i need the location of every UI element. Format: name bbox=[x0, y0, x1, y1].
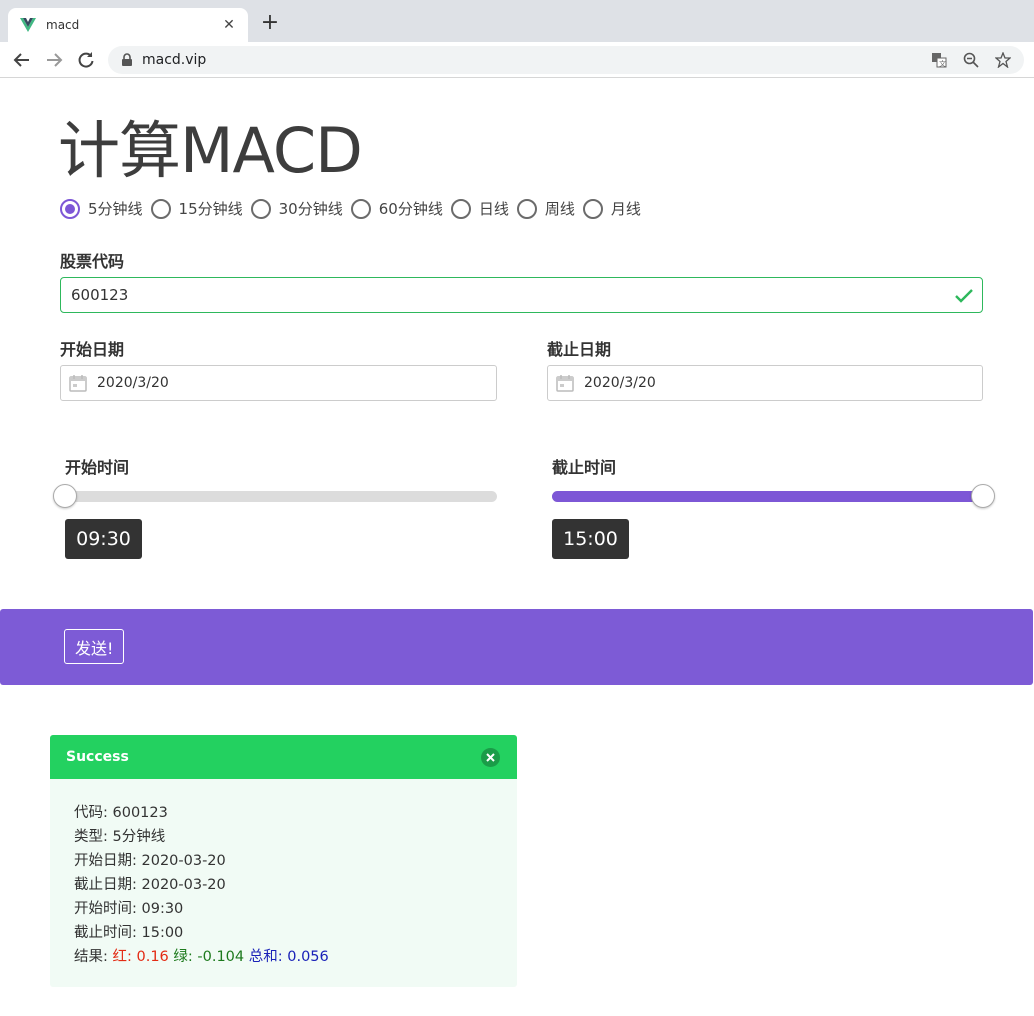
stock-code-field[interactable] bbox=[60, 277, 983, 313]
radio-label: 60分钟线 bbox=[378, 200, 443, 218]
result-type: 类型: 5分钟线 bbox=[74, 829, 166, 845]
radio-label: 15分钟线 bbox=[178, 200, 243, 218]
radio-monthly[interactable]: 月线 bbox=[582, 198, 641, 219]
start-date-label: 开始日期 bbox=[60, 340, 125, 359]
radio-label: 5分钟线 bbox=[88, 200, 143, 218]
browser-toolbar: macd.vip 文 bbox=[0, 42, 1034, 78]
alert-title: Success bbox=[66, 749, 129, 765]
result-prefix: 结果: bbox=[74, 949, 113, 965]
browser-tab[interactable]: macd ✕ bbox=[8, 8, 248, 42]
result-green: 绿: -0.104 bbox=[173, 949, 245, 965]
success-alert: Success 代码: 600123 类型: 5分钟线 开始日期: 2020-0… bbox=[50, 735, 517, 987]
radio-circle bbox=[350, 198, 371, 219]
new-tab-icon[interactable]: + bbox=[258, 12, 282, 36]
vue-logo-icon bbox=[20, 18, 36, 32]
reload-icon[interactable] bbox=[74, 48, 98, 72]
slider-fill bbox=[552, 491, 983, 502]
slider-thumb[interactable] bbox=[53, 484, 77, 508]
result-sum: 总和: 0.056 bbox=[248, 949, 329, 965]
back-icon[interactable] bbox=[10, 48, 34, 72]
start-date-picker[interactable]: 2020/3/20 bbox=[60, 365, 497, 401]
radio-circle bbox=[60, 198, 80, 219]
radio-5min[interactable]: 5分钟线 bbox=[60, 198, 143, 219]
kline-type-radio-group: 5分钟线 15分钟线 30分钟线 60分钟线 日线 周线 月线 bbox=[60, 198, 649, 219]
browser-tabstrip: macd ✕ + bbox=[0, 0, 1034, 42]
result-start-time: 开始时间: 09:30 bbox=[74, 901, 184, 917]
radio-circle bbox=[582, 198, 603, 219]
alert-body: 代码: 600123 类型: 5分钟线 开始日期: 2020-03-20 截止日… bbox=[50, 779, 517, 969]
result-start-date: 开始日期: 2020-03-20 bbox=[74, 853, 226, 869]
result-red: 红: 0.16 bbox=[112, 949, 169, 965]
start-time-value: 09:30 bbox=[65, 519, 142, 559]
forward-icon[interactable] bbox=[42, 48, 66, 72]
slider-thumb[interactable] bbox=[971, 484, 995, 508]
calendar-icon bbox=[556, 375, 574, 392]
radio-weekly[interactable]: 周线 bbox=[516, 198, 575, 219]
alert-header: Success bbox=[50, 735, 517, 779]
end-time-value: 15:00 bbox=[552, 519, 629, 559]
submit-button[interactable]: 发送! bbox=[64, 629, 125, 664]
end-time-label: 截止时间 bbox=[552, 458, 617, 477]
radio-60min[interactable]: 60分钟线 bbox=[350, 198, 443, 219]
end-time-slider[interactable] bbox=[552, 484, 995, 508]
result-end-time: 截止时间: 15:00 bbox=[74, 925, 184, 941]
radio-label: 周线 bbox=[544, 200, 575, 218]
translate-icon[interactable]: 文 bbox=[928, 49, 950, 71]
result-summary: 结果: 红: 0.16 绿: -0.104 总和: 0.056 bbox=[74, 945, 493, 969]
tab-title: macd bbox=[46, 18, 80, 32]
radio-circle bbox=[450, 198, 471, 219]
result-code: 代码: 600123 bbox=[74, 805, 168, 821]
radio-label: 30分钟线 bbox=[278, 200, 343, 218]
start-date-value: 2020/3/20 bbox=[97, 375, 169, 391]
radio-30min[interactable]: 30分钟线 bbox=[250, 198, 343, 219]
radio-15min[interactable]: 15分钟线 bbox=[150, 198, 243, 219]
bookmark-star-icon[interactable] bbox=[992, 49, 1014, 71]
close-icon[interactable] bbox=[481, 748, 500, 767]
radio-circle bbox=[516, 198, 537, 219]
svg-text:文: 文 bbox=[939, 59, 946, 68]
url-text: macd.vip bbox=[142, 52, 207, 68]
end-date-picker[interactable]: 2020/3/20 bbox=[547, 365, 983, 401]
result-end-date: 截止日期: 2020-03-20 bbox=[74, 877, 226, 893]
end-date-label: 截止日期 bbox=[547, 340, 612, 359]
radio-circle bbox=[250, 198, 271, 219]
check-icon bbox=[955, 289, 973, 303]
start-time-label: 开始时间 bbox=[65, 458, 130, 477]
calendar-icon bbox=[69, 375, 87, 392]
stock-code-input[interactable] bbox=[61, 278, 921, 312]
zoom-icon[interactable] bbox=[960, 49, 982, 71]
address-bar[interactable]: macd.vip 文 bbox=[108, 46, 1024, 74]
page-title: 计算MACD bbox=[58, 114, 363, 187]
end-date-value: 2020/3/20 bbox=[584, 375, 656, 391]
radio-circle bbox=[150, 198, 171, 219]
radio-label: 月线 bbox=[610, 200, 641, 218]
tab-close-icon[interactable]: ✕ bbox=[220, 17, 238, 33]
stock-code-label: 股票代码 bbox=[60, 252, 125, 271]
submit-bar: 发送! bbox=[0, 609, 1033, 685]
radio-label: 日线 bbox=[478, 200, 509, 218]
lock-icon bbox=[122, 53, 132, 66]
start-time-slider[interactable] bbox=[53, 484, 497, 508]
radio-daily[interactable]: 日线 bbox=[450, 198, 509, 219]
